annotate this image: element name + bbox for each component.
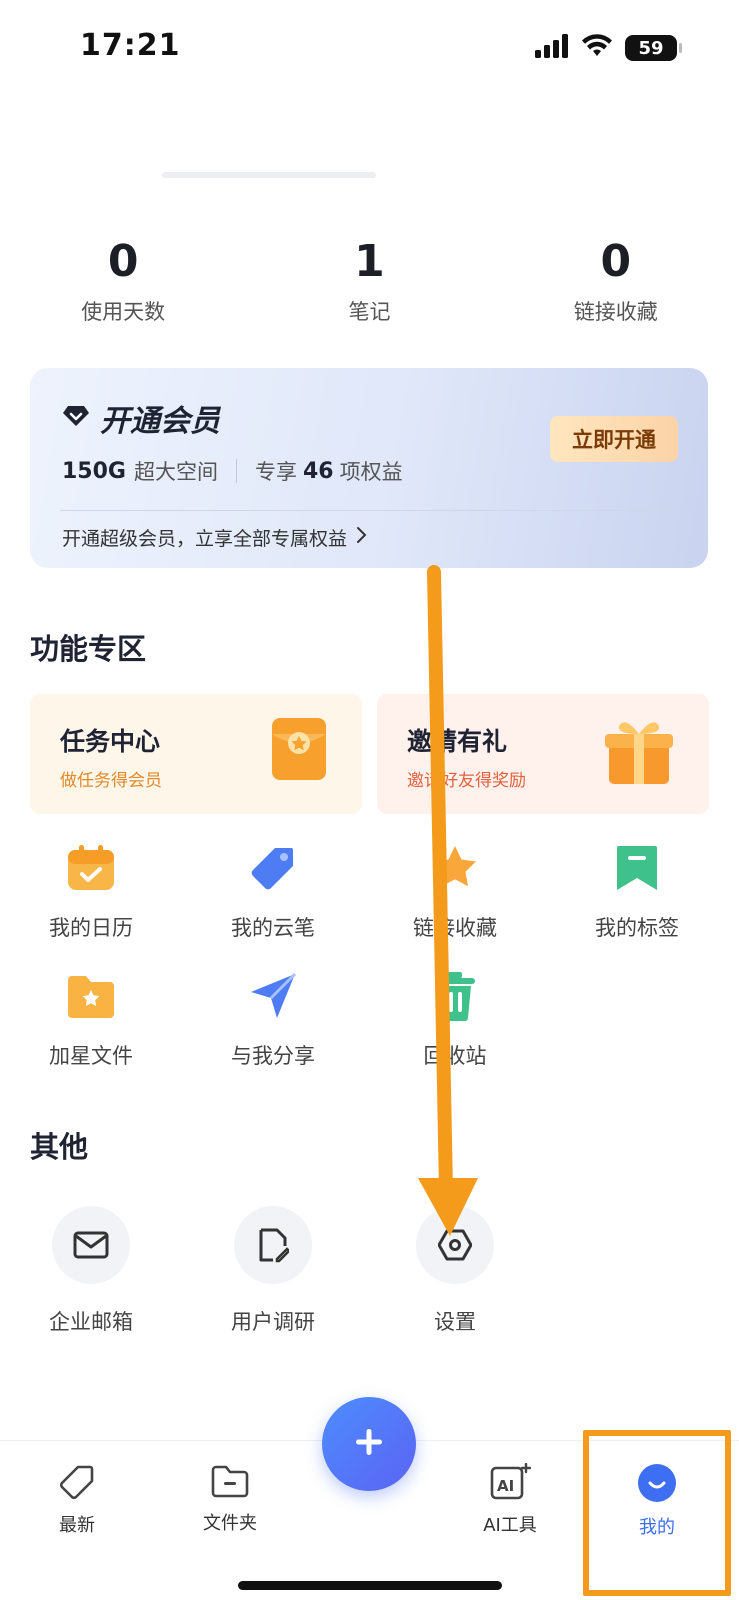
vip-separator xyxy=(235,459,237,483)
diamond-icon xyxy=(62,404,90,432)
feature-link-favorites[interactable]: 链接收藏 xyxy=(364,838,546,942)
stat-value: 0 xyxy=(107,236,139,287)
mail-icon xyxy=(52,1206,130,1284)
profile-placeholder-line xyxy=(162,172,376,178)
vip-storage-text: 超大空间 xyxy=(133,460,218,484)
annotation-highlight-box xyxy=(583,1430,731,1596)
stat-label: 笔记 xyxy=(348,300,391,324)
plus-icon xyxy=(352,1425,386,1463)
add-button[interactable] xyxy=(322,1397,416,1491)
vip-benefits-prefix: 专享 xyxy=(254,460,297,484)
feature-my-cloud-pen[interactable]: 我的云笔 xyxy=(182,838,364,942)
vip-divider xyxy=(60,510,678,511)
tab-folder[interactable]: 文件夹 xyxy=(170,1463,290,1535)
activate-vip-button[interactable]: 立即开通 xyxy=(550,416,678,462)
star-icon xyxy=(364,838,546,898)
folder-icon xyxy=(210,1465,250,1503)
vip-title: 开通会员 xyxy=(62,396,220,440)
promo-subtitle: 做任务得会员 xyxy=(60,771,162,791)
chevron-right-icon xyxy=(355,526,367,549)
promo-title: 任务中心 xyxy=(60,727,161,756)
vip-promo-text: 开通超级会员，立享全部专属权益 xyxy=(62,528,348,550)
feature-label: 我的云笔 xyxy=(231,916,315,940)
vip-benefits: 150G 超大空间 专享 46 项权益 xyxy=(62,456,403,486)
vip-storage-value: 150G xyxy=(62,458,126,484)
feature-label: 回收站 xyxy=(423,1044,487,1068)
task-center-card[interactable]: 任务中心 做任务得会员 xyxy=(30,694,362,814)
stat-value: 0 xyxy=(600,236,632,287)
features-section-title: 功能专区 xyxy=(30,632,147,666)
invite-gift-card[interactable]: 邀请有礼 邀请好友得奖励 xyxy=(377,694,709,814)
pen-tag-icon xyxy=(182,838,364,898)
stat-value: 1 xyxy=(354,236,385,287)
tab-label: AI工具 xyxy=(483,1515,537,1536)
status-icons: 59 xyxy=(535,34,682,62)
feature-label: 加星文件 xyxy=(49,1044,133,1068)
features-grid-row-1: 我的日历 我的云笔 链接收藏 我的标签 xyxy=(0,838,739,942)
stat-label: 使用天数 xyxy=(81,300,166,324)
other-label: 用户调研 xyxy=(231,1310,315,1334)
feature-recycle-bin[interactable]: 回收站 xyxy=(364,966,546,1070)
calendar-icon xyxy=(0,838,182,898)
tag-icon xyxy=(58,1465,96,1505)
promo-subtitle: 邀请好友得奖励 xyxy=(407,771,526,791)
status-bar: 17:21 59 xyxy=(0,0,739,100)
tab-label: 最新 xyxy=(59,1515,95,1536)
tab-label: 文件夹 xyxy=(203,1513,257,1534)
other-section-title: 其他 xyxy=(30,1130,89,1164)
share-arrow-icon xyxy=(182,966,364,1026)
other-row: 企业邮箱 用户调研 设置 xyxy=(0,1206,739,1336)
stat-usage-days[interactable]: 0 使用天数 xyxy=(0,232,246,326)
other-label: 企业邮箱 xyxy=(49,1310,133,1334)
stat-notes[interactable]: 1 笔记 xyxy=(246,232,492,326)
vip-title-text: 开通会员 xyxy=(100,404,220,439)
enterprise-mail-item[interactable]: 企业邮箱 xyxy=(0,1206,182,1336)
feature-my-calendar[interactable]: 我的日历 xyxy=(0,838,182,942)
feature-starred-files[interactable]: 加星文件 xyxy=(0,966,182,1070)
feature-label: 我的日历 xyxy=(49,916,133,940)
red-envelope-icon xyxy=(270,716,328,786)
ai-tool-icon: AI xyxy=(489,1462,532,1505)
star-folder-icon xyxy=(0,966,182,1026)
promo-title: 邀请有礼 xyxy=(407,727,508,756)
stat-link-favorites[interactable]: 0 链接收藏 xyxy=(493,232,739,326)
settings-item[interactable]: 设置 xyxy=(364,1206,546,1336)
tab-ai-tools[interactable]: AI AI工具 xyxy=(450,1462,570,1537)
vip-benefits-suffix: 项权益 xyxy=(339,460,403,484)
survey-icon xyxy=(234,1206,312,1284)
vip-promo-link[interactable]: 开通超级会员，立享全部专属权益 xyxy=(62,524,367,551)
status-time: 17:21 xyxy=(80,28,181,63)
stat-label: 链接收藏 xyxy=(573,300,658,324)
signal-icon xyxy=(535,34,569,62)
feature-label: 我的标签 xyxy=(595,916,679,940)
vip-benefits-count: 46 xyxy=(302,458,334,484)
gear-icon xyxy=(416,1206,494,1284)
user-survey-item[interactable]: 用户调研 xyxy=(182,1206,364,1336)
vip-card[interactable]: 开通会员 150G 超大空间 专享 46 项权益 立即开通 开通超级会员，立享全… xyxy=(30,368,708,568)
svg-text:AI: AI xyxy=(497,1477,514,1495)
bookmark-icon xyxy=(546,838,728,898)
feature-shared-with-me[interactable]: 与我分享 xyxy=(182,966,364,1070)
feature-label: 与我分享 xyxy=(231,1044,315,1068)
battery-indicator: 59 xyxy=(625,35,682,61)
stats-row: 0 使用天数 1 笔记 0 链接收藏 xyxy=(0,232,739,326)
home-indicator xyxy=(238,1581,502,1590)
tab-latest[interactable]: 最新 xyxy=(17,1463,137,1537)
wifi-icon xyxy=(581,34,613,62)
gift-box-icon xyxy=(603,716,675,790)
feature-my-tags[interactable]: 我的标签 xyxy=(546,838,728,942)
trash-icon xyxy=(364,966,546,1026)
feature-label: 链接收藏 xyxy=(413,916,497,940)
features-grid-row-2: 加星文件 与我分享 回收站 xyxy=(0,966,739,1070)
other-label: 设置 xyxy=(434,1310,476,1334)
